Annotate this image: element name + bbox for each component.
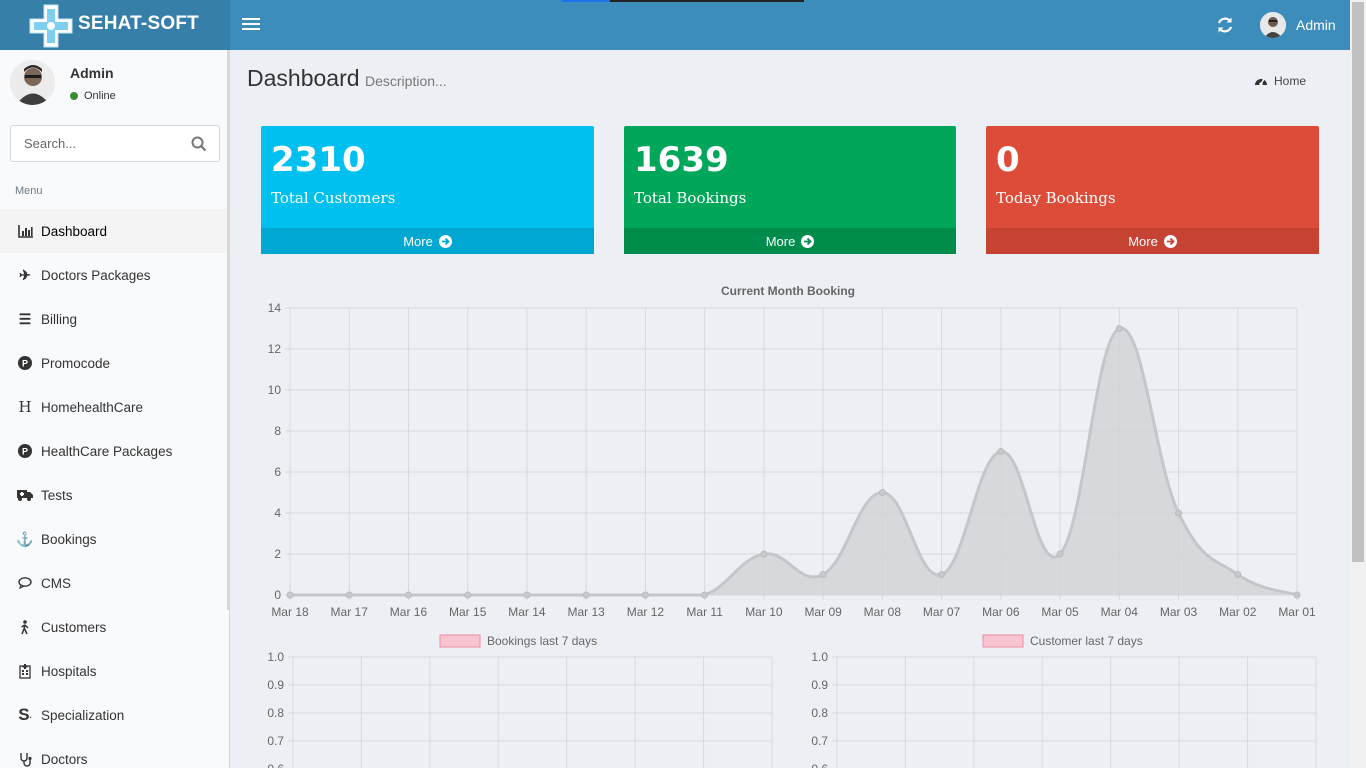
y-tick-label: 0.7 xyxy=(267,734,284,748)
y-tick-label: 10 xyxy=(268,383,282,397)
legend-label: Customer last 7 days xyxy=(1030,634,1143,648)
x-tick-label: Mar 16 xyxy=(390,605,428,619)
y-tick-label: 14 xyxy=(268,301,282,315)
x-tick-label: Mar 13 xyxy=(567,605,605,619)
x-tick-label: Mar 05 xyxy=(1041,605,1079,619)
x-tick-label: Mar 01 xyxy=(1278,605,1316,619)
bookings-last-7-days-chart: Bookings last 7 days 1.0 0.9 0.8 0.7 0.6 xyxy=(267,634,773,768)
y-tick-label: 0.8 xyxy=(267,706,284,720)
legend-label: Bookings last 7 days xyxy=(487,634,597,648)
x-tick-label: Mar 02 xyxy=(1219,605,1257,619)
data-point xyxy=(523,591,531,599)
y-tick-label: 12 xyxy=(268,342,282,356)
data-point xyxy=(345,591,353,599)
y-tick-label: 0.9 xyxy=(811,678,828,692)
data-point xyxy=(997,448,1005,455)
y-tick-label: 1.0 xyxy=(267,650,284,664)
x-tick-label: Mar 17 xyxy=(331,605,369,619)
data-point xyxy=(404,591,412,599)
x-tick-label: Mar 09 xyxy=(804,605,842,619)
y-tick-label: 0 xyxy=(274,588,281,602)
data-point xyxy=(1175,509,1183,517)
y-tick-label: 4 xyxy=(274,506,281,520)
y-tick-label: 2 xyxy=(274,547,281,561)
x-tick-label: Mar 12 xyxy=(627,605,665,619)
x-tick-label: Mar 10 xyxy=(745,605,783,619)
y-tick-label: 0.9 xyxy=(267,678,284,692)
y-tick-label: 8 xyxy=(274,424,281,438)
legend-swatch xyxy=(982,634,1024,648)
y-tick-label: 0.6 xyxy=(811,762,828,768)
data-point xyxy=(1115,325,1123,332)
x-tick-label: Mar 14 xyxy=(508,605,546,619)
y-tick-label: 1.0 xyxy=(811,650,828,664)
data-point xyxy=(1234,571,1242,578)
data-point xyxy=(464,591,472,599)
data-point xyxy=(1056,550,1064,558)
customer-last-7-days-chart: Customer last 7 days 1.0 0.9 0.8 0.7 0.6 xyxy=(811,634,1317,768)
x-tick-label: Mar 06 xyxy=(982,605,1020,619)
y-tick-label: 6 xyxy=(274,465,281,479)
data-point xyxy=(286,591,294,599)
legend-swatch xyxy=(439,634,481,648)
data-point xyxy=(701,591,709,599)
charts-canvas: Current Month Booking 0 2 4 6 8 10 12 14 Mar 18 M… xyxy=(267,284,1317,768)
data-point xyxy=(582,591,590,599)
x-tick-label: Mar 04 xyxy=(1101,605,1139,619)
x-tick-label: Mar 15 xyxy=(449,605,487,619)
y-tick-label: 0.8 xyxy=(811,706,828,720)
y-tick-label: 0.7 xyxy=(811,734,828,748)
data-point xyxy=(760,550,768,558)
y-tick-label: 0.6 xyxy=(267,762,284,768)
data-point xyxy=(878,489,886,496)
x-tick-label: Mar 07 xyxy=(923,605,961,619)
data-point xyxy=(1293,591,1301,599)
x-tick-label: Mar 08 xyxy=(864,605,902,619)
data-point xyxy=(938,571,946,578)
chart-title: Current Month Booking xyxy=(721,284,855,298)
x-tick-label: Mar 18 xyxy=(271,605,309,619)
current-month-booking-chart: 0 2 4 6 8 10 12 14 Mar 18 Mar 17 Mar 16 Mar 15 Mar 1… xyxy=(268,301,1316,619)
x-tick-label: Mar 03 xyxy=(1160,605,1198,619)
data-point xyxy=(641,591,649,599)
data-point xyxy=(819,571,827,578)
area-fill xyxy=(290,328,1297,595)
x-tick-label: Mar 11 xyxy=(686,605,723,619)
page-scrollbar[interactable] xyxy=(1350,0,1366,768)
